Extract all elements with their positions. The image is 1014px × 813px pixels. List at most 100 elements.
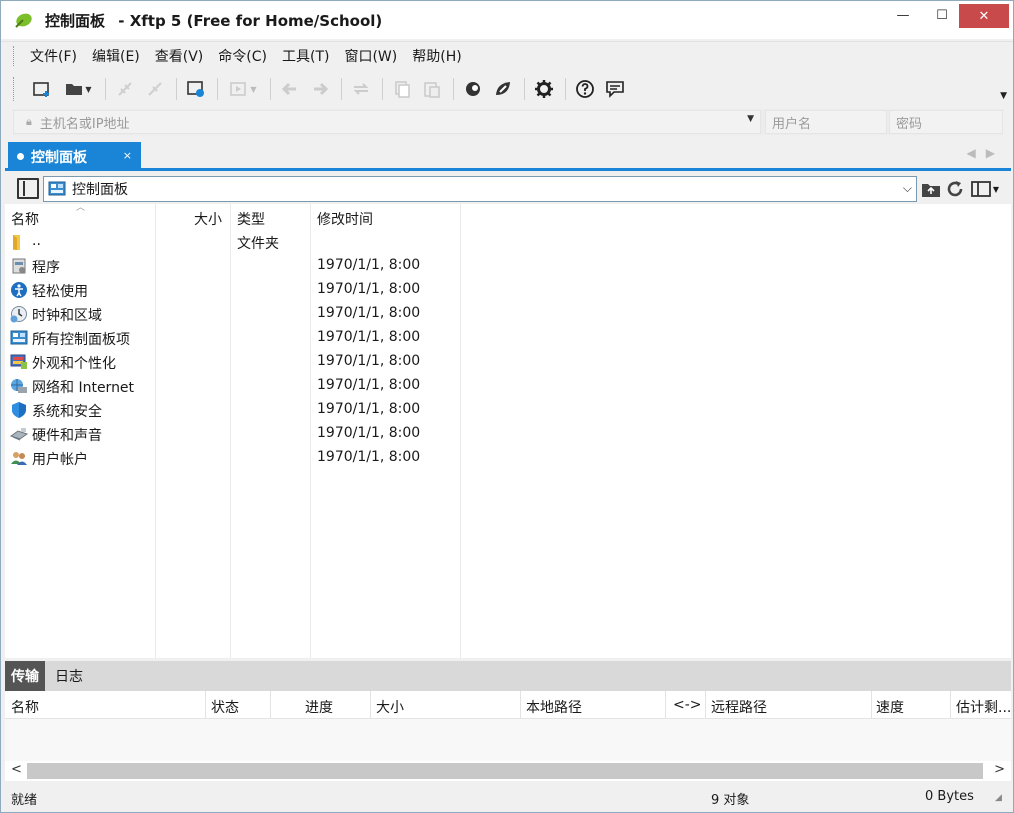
toolbar-separator — [176, 78, 177, 100]
toolbar-separator — [565, 78, 566, 100]
transfer-column-size[interactable]: 大小 — [376, 697, 404, 717]
column-divider — [205, 691, 206, 719]
parent-folder-button[interactable] — [919, 178, 943, 200]
file-row[interactable]: 硬件和声音 1970/1/1, 8:00 — [5, 422, 465, 446]
feedback-button[interactable] — [601, 75, 629, 103]
host-input[interactable]: 🔒︎ 主机名或IP地址 ▼ — [13, 110, 761, 134]
lock-icon: 🔒︎ — [26, 115, 32, 128]
session-properties-button[interactable] — [182, 75, 210, 103]
menu-edit[interactable]: 编辑(E) — [86, 42, 146, 70]
column-header-type[interactable]: 类型 — [237, 209, 265, 229]
scrollbar-thumb[interactable] — [27, 763, 983, 779]
file-type: 文件夹 — [237, 236, 279, 252]
forward-button[interactable] — [306, 75, 334, 103]
file-row[interactable]: 程序 1970/1/1, 8:00 — [5, 254, 465, 278]
file-row[interactable]: 用户帐户 1970/1/1, 8:00 — [5, 446, 465, 470]
column-divider — [665, 691, 666, 719]
tab-label: 控制面板 — [31, 149, 87, 166]
title-bar: 控制面板 - Xftp 5 (Free for Home/School) — ☐… — [1, 1, 1013, 39]
toolbar-separator — [217, 78, 218, 100]
file-row[interactable]: 外观和个性化 1970/1/1, 8:00 — [5, 350, 465, 374]
file-row[interactable]: 网络和 Internet 1970/1/1, 8:00 — [5, 374, 465, 398]
back-button[interactable] — [276, 75, 304, 103]
transfer-column-progress[interactable]: 进度 — [305, 697, 333, 717]
tab-scroll-arrows-icon[interactable]: ◀▶ — [967, 146, 1005, 160]
new-session-button[interactable] — [28, 75, 56, 103]
file-row-parent[interactable]: .. 文件夹 — [5, 230, 465, 254]
username-input[interactable]: 用户名 — [765, 110, 887, 134]
file-row[interactable]: 所有控制面板项 1970/1/1, 8:00 — [5, 326, 465, 350]
file-name: 所有控制面板项 — [32, 332, 130, 348]
maximize-button[interactable]: ☐ — [925, 1, 959, 29]
pane-toggle-icon[interactable] — [17, 178, 39, 199]
chevron-down-icon[interactable]: ▼ — [747, 114, 754, 124]
password-input[interactable]: 密码 — [889, 110, 1003, 134]
tab-control-panel[interactable]: 控制面板 × — [8, 142, 141, 171]
transfer-column-status[interactable]: 状态 — [211, 697, 239, 717]
xmanager-button[interactable] — [489, 75, 517, 103]
transfer-list[interactable] — [5, 719, 1011, 761]
column-header-name[interactable]: 名称 — [11, 209, 39, 229]
file-name: 外观和个性化 — [32, 356, 116, 372]
transfer-column-eta[interactable]: 估计剩... — [956, 697, 1011, 717]
toolbar-grip[interactable] — [13, 77, 16, 101]
column-divider — [270, 691, 271, 719]
toolbar-overflow-icon[interactable]: ▼ — [1000, 91, 1007, 101]
path-actions: ▼ — [919, 178, 1009, 200]
refresh-button[interactable] — [943, 178, 967, 200]
help-button[interactable] — [571, 75, 599, 103]
toolbar: ▼ ▼ ▼ — [1, 71, 1013, 107]
file-modified: 1970/1/1, 8:00 — [317, 353, 421, 369]
host-placeholder: 主机名或IP地址 — [39, 116, 130, 132]
minimize-button[interactable]: — — [881, 1, 925, 29]
sync-button[interactable] — [347, 75, 375, 103]
file-modified: 1970/1/1, 8:00 — [317, 257, 421, 273]
view-mode-button[interactable]: ▼ — [967, 178, 1003, 200]
file-list: ︿ 名称 大小 类型 修改时间 .. 文件夹 程序 1970/1/1, 8:00… — [5, 203, 1011, 658]
tab-log[interactable]: 日志 — [49, 661, 89, 691]
menu-view[interactable]: 查看(V) — [149, 42, 210, 70]
close-button[interactable]: ✕ — [959, 4, 1009, 28]
disconnect-button[interactable] — [141, 75, 169, 103]
session-tab-strip: 控制面板 × ◀▶ — [5, 141, 1011, 171]
scroll-right-icon[interactable]: > — [994, 762, 1005, 777]
scroll-left-icon[interactable]: < — [11, 762, 22, 777]
ease-of-access-icon — [11, 282, 27, 298]
options-button[interactable] — [530, 75, 558, 103]
paste-button[interactable] — [418, 75, 446, 103]
column-header-modified[interactable]: 修改时间 — [317, 209, 373, 229]
file-modified: 1970/1/1, 8:00 — [317, 401, 421, 417]
file-row[interactable]: 系统和安全 1970/1/1, 8:00 — [5, 398, 465, 422]
chevron-down-icon: ▼ — [85, 84, 92, 94]
transfer-column-speed[interactable]: 速度 — [876, 697, 904, 717]
menu-tools[interactable]: 工具(T) — [276, 42, 335, 70]
path-combobox[interactable]: 控制面板 ⌵ — [43, 176, 917, 202]
horizontal-scrollbar[interactable]: < > — [5, 761, 1011, 781]
menu-help[interactable]: 帮助(H) — [406, 42, 467, 70]
play-icon — [230, 82, 247, 96]
chevron-down-icon[interactable]: ⌵ — [903, 181, 912, 196]
transfer-column-name[interactable]: 名称 — [11, 697, 39, 717]
transfer-column-local-path[interactable]: 本地路径 — [526, 697, 582, 717]
transfer-button[interactable]: ▼ — [223, 75, 263, 103]
transfer-list-header: 名称 状态 进度 大小 本地路径 <-> 远程路径 速度 估计剩... — [5, 691, 1011, 719]
transfer-column-direction[interactable]: <-> — [673, 697, 702, 713]
column-header-size[interactable]: 大小 — [194, 209, 222, 229]
connect-button[interactable] — [111, 75, 139, 103]
folder-up-icon — [922, 184, 940, 197]
menu-window[interactable]: 窗口(W) — [338, 42, 403, 70]
menu-grip[interactable] — [13, 45, 16, 66]
file-row[interactable]: 时钟和区域 1970/1/1, 8:00 — [5, 302, 465, 326]
copy-button[interactable] — [388, 75, 416, 103]
menu-command[interactable]: 命令(C) — [212, 42, 273, 70]
file-row[interactable]: 轻松使用 1970/1/1, 8:00 — [5, 278, 465, 302]
transfer-column-remote-path[interactable]: 远程路径 — [711, 697, 767, 717]
resize-grip-icon[interactable]: ◢ — [995, 793, 1007, 805]
tab-close-icon[interactable]: × — [123, 149, 132, 162]
tab-transfer[interactable]: 传输 — [5, 661, 45, 691]
xshell-button[interactable] — [459, 75, 487, 103]
menu-file[interactable]: 文件(F) — [24, 42, 83, 70]
xftp-logo-icon — [15, 13, 32, 28]
open-session-button[interactable]: ▼ — [58, 75, 98, 103]
copy-icon — [395, 81, 410, 98]
